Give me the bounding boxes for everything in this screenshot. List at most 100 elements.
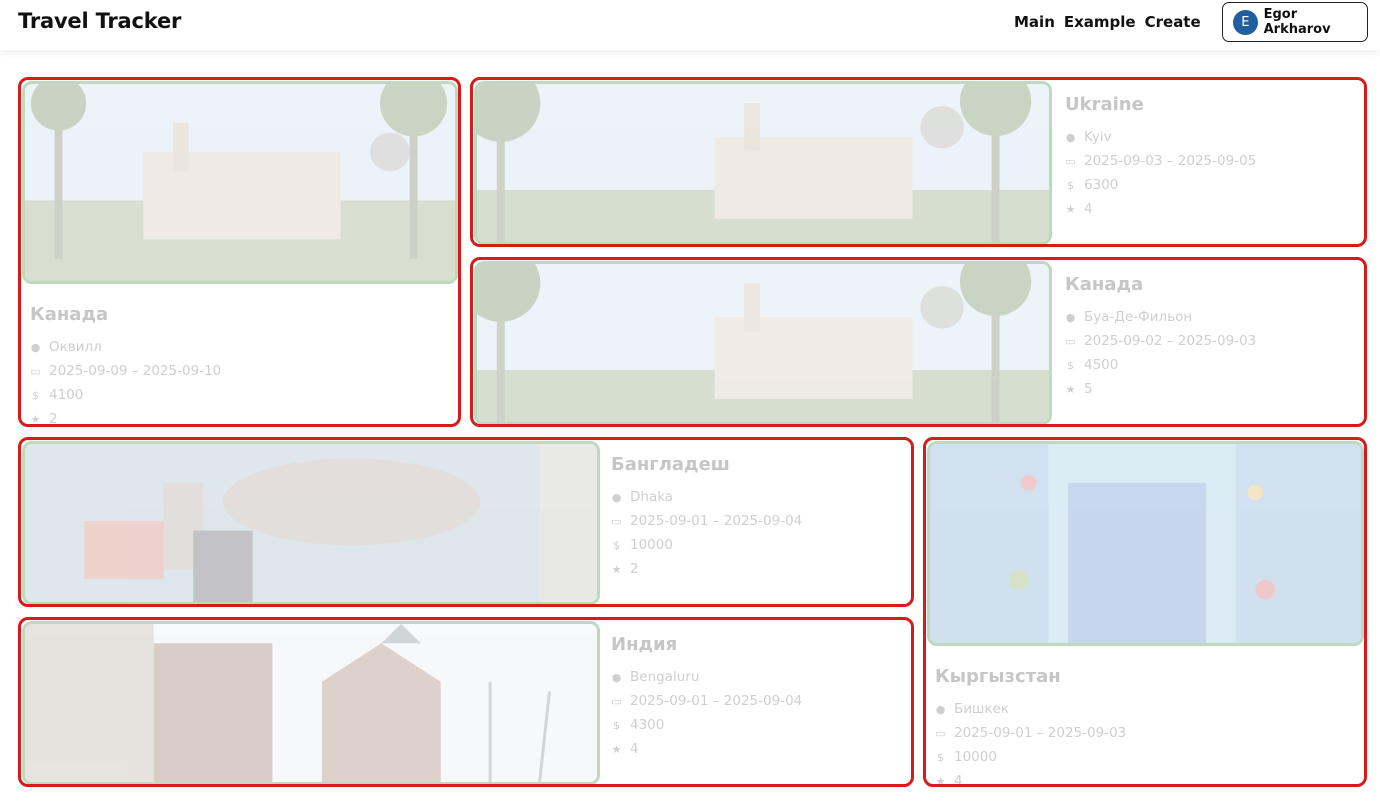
dollar-icon: $ bbox=[1067, 178, 1074, 192]
nav-create-link[interactable]: Create bbox=[1145, 13, 1201, 31]
globe-icon: ● bbox=[1065, 130, 1076, 144]
trip-dates: 2025-09-01 – 2025-09-04 bbox=[630, 693, 803, 709]
trip-dates: 2025-09-02 – 2025-09-03 bbox=[1084, 333, 1257, 349]
trip-cost-row: $6300 bbox=[1065, 173, 1355, 197]
trip-cost-row: $4100 bbox=[30, 383, 450, 407]
trip-rating: 4 bbox=[954, 773, 963, 787]
trip-rating: 2 bbox=[49, 411, 58, 427]
trip-photo bbox=[474, 81, 1052, 244]
nav-example-link[interactable]: Example bbox=[1064, 13, 1136, 31]
app-title[interactable]: Travel Tracker bbox=[18, 9, 181, 33]
trip-city-row: ● Буа-Де-Фильон bbox=[1065, 305, 1355, 329]
user-name: Egor Arkharov bbox=[1263, 7, 1331, 37]
trip-city-row: ● Bengaluru bbox=[611, 665, 901, 689]
trip-country: Бангладеш bbox=[611, 454, 730, 475]
trip-info: Бангладеш ● Dhaka ▭ 2025-09-01 – 2025-09-0… bbox=[611, 454, 901, 581]
trip-info: Канада ● Буа-Де-Фильон ▭ 2025-09-02 – 2025… bbox=[1065, 274, 1355, 401]
trip-photo bbox=[22, 81, 458, 284]
trip-city-row: ● Dhaka bbox=[611, 485, 901, 509]
trip-city: Kyiv bbox=[1084, 129, 1112, 145]
trip-card[interactable]: Ukraine ● Kyiv ▭ 2025-09-03 – 2025-09-05 $… bbox=[470, 77, 1367, 247]
star-icon: ★ bbox=[611, 742, 622, 756]
trip-city: Оквилл bbox=[49, 339, 102, 355]
trip-card[interactable]: Канада ● Оквилл ▭ 2025-09-09 – 2025-09-10 … bbox=[18, 77, 461, 427]
dollar-icon: $ bbox=[937, 750, 944, 764]
trip-city: Буа-Де-Фильон bbox=[1084, 309, 1193, 325]
trip-city: Bengaluru bbox=[630, 669, 700, 685]
trip-photo bbox=[22, 441, 600, 604]
trip-rating-row: ★ 5 bbox=[1065, 377, 1355, 401]
trip-dates: 2025-09-09 – 2025-09-10 bbox=[49, 363, 222, 379]
star-icon: ★ bbox=[935, 774, 946, 787]
star-icon: ★ bbox=[1065, 202, 1076, 216]
star-icon: ★ bbox=[1065, 382, 1076, 396]
calendar-icon: ▭ bbox=[611, 514, 622, 528]
dollar-icon: $ bbox=[613, 538, 620, 552]
calendar-icon: ▭ bbox=[935, 726, 946, 740]
trip-rating: 4 bbox=[630, 741, 639, 757]
trip-cost: 4300 bbox=[630, 717, 665, 733]
trip-dates: 2025-09-01 – 2025-09-04 bbox=[630, 513, 803, 529]
trip-dates-row: ▭ 2025-09-01 – 2025-09-03 bbox=[935, 721, 1355, 745]
trip-city-row: ● Бишкек bbox=[935, 697, 1355, 721]
trip-country: Кыргызстан bbox=[935, 666, 1061, 687]
trip-cost-row: $4300 bbox=[611, 713, 901, 737]
trip-rating: 5 bbox=[1084, 381, 1093, 397]
trip-country: Ukraine bbox=[1065, 94, 1144, 115]
trip-info: Ukraine ● Kyiv ▭ 2025-09-03 – 2025-09-05 $… bbox=[1065, 94, 1355, 221]
trip-cost: 10000 bbox=[954, 749, 997, 765]
trip-cost: 4100 bbox=[49, 387, 84, 403]
trip-card[interactable]: Канада ● Буа-Де-Фильон ▭ 2025-09-02 – 2025… bbox=[470, 257, 1367, 427]
trip-country: Канада bbox=[1065, 274, 1144, 295]
trip-country: Индия bbox=[611, 634, 678, 655]
avatar: E bbox=[1233, 9, 1258, 35]
trip-city-row: ● Оквилл bbox=[30, 335, 450, 359]
trip-info: Кыргызстан ● Бишкек ▭ 2025-09-01 – 2025-09… bbox=[935, 666, 1355, 787]
user-menu-button[interactable]: E Egor Arkharov bbox=[1222, 2, 1368, 42]
trip-dates-row: ▭ 2025-09-02 – 2025-09-03 bbox=[1065, 329, 1355, 353]
star-icon: ★ bbox=[30, 412, 41, 426]
trip-card[interactable]: Кыргызстан ● Бишкек ▭ 2025-09-01 – 2025-09… bbox=[923, 437, 1367, 787]
trip-dates-row: ▭ 2025-09-09 – 2025-09-10 bbox=[30, 359, 450, 383]
trip-rating: 4 bbox=[1084, 201, 1093, 217]
trip-rating-row: ★ 2 bbox=[611, 557, 901, 581]
app-header: Travel Tracker Main Example Create E Ego… bbox=[0, 0, 1380, 50]
trip-info: Канада ● Оквилл ▭ 2025-09-09 – 2025-09-10 … bbox=[30, 304, 450, 427]
nav-main-link[interactable]: Main bbox=[1014, 13, 1055, 31]
trip-cost: 4500 bbox=[1084, 357, 1119, 373]
calendar-icon: ▭ bbox=[611, 694, 622, 708]
trip-cost: 10000 bbox=[630, 537, 673, 553]
trip-city: Dhaka bbox=[630, 489, 674, 505]
dollar-icon: $ bbox=[613, 718, 620, 732]
trip-country: Канада bbox=[30, 304, 109, 325]
main-nav: Main Example Create bbox=[1014, 13, 1201, 31]
globe-icon: ● bbox=[611, 670, 622, 684]
trip-photo bbox=[927, 441, 1364, 646]
trip-photo bbox=[474, 261, 1052, 424]
trip-rating-row: ★ 4 bbox=[1065, 197, 1355, 221]
globe-icon: ● bbox=[1065, 310, 1076, 324]
trip-dates-row: ▭ 2025-09-01 – 2025-09-04 bbox=[611, 509, 901, 533]
trip-photo bbox=[22, 621, 600, 784]
trip-rating-row: ★ 2 bbox=[30, 407, 450, 427]
trip-cost-row: $4500 bbox=[1065, 353, 1355, 377]
trip-card[interactable]: Бангладеш ● Dhaka ▭ 2025-09-01 – 2025-09-0… bbox=[18, 437, 914, 607]
trip-rating-row: ★ 4 bbox=[935, 769, 1355, 787]
trip-dates-row: ▭ 2025-09-03 – 2025-09-05 bbox=[1065, 149, 1355, 173]
trip-dates-row: ▭ 2025-09-01 – 2025-09-04 bbox=[611, 689, 901, 713]
calendar-icon: ▭ bbox=[1065, 154, 1076, 168]
trip-cost-row: $10000 bbox=[935, 745, 1355, 769]
trip-rating-row: ★ 4 bbox=[611, 737, 901, 761]
dollar-icon: $ bbox=[32, 388, 39, 402]
trip-dates: 2025-09-03 – 2025-09-05 bbox=[1084, 153, 1257, 169]
trip-city: Бишкек bbox=[954, 701, 1010, 717]
globe-icon: ● bbox=[935, 702, 946, 716]
calendar-icon: ▭ bbox=[1065, 334, 1076, 348]
trip-info: Индия ● Bengaluru ▭ 2025-09-01 – 2025-09-0… bbox=[611, 634, 901, 761]
trip-card[interactable]: Индия ● Bengaluru ▭ 2025-09-01 – 2025-09-0… bbox=[18, 617, 914, 787]
trip-cost: 6300 bbox=[1084, 177, 1119, 193]
star-icon: ★ bbox=[611, 562, 622, 576]
trip-city-row: ● Kyiv bbox=[1065, 125, 1355, 149]
calendar-icon: ▭ bbox=[30, 364, 41, 378]
globe-icon: ● bbox=[611, 490, 622, 504]
